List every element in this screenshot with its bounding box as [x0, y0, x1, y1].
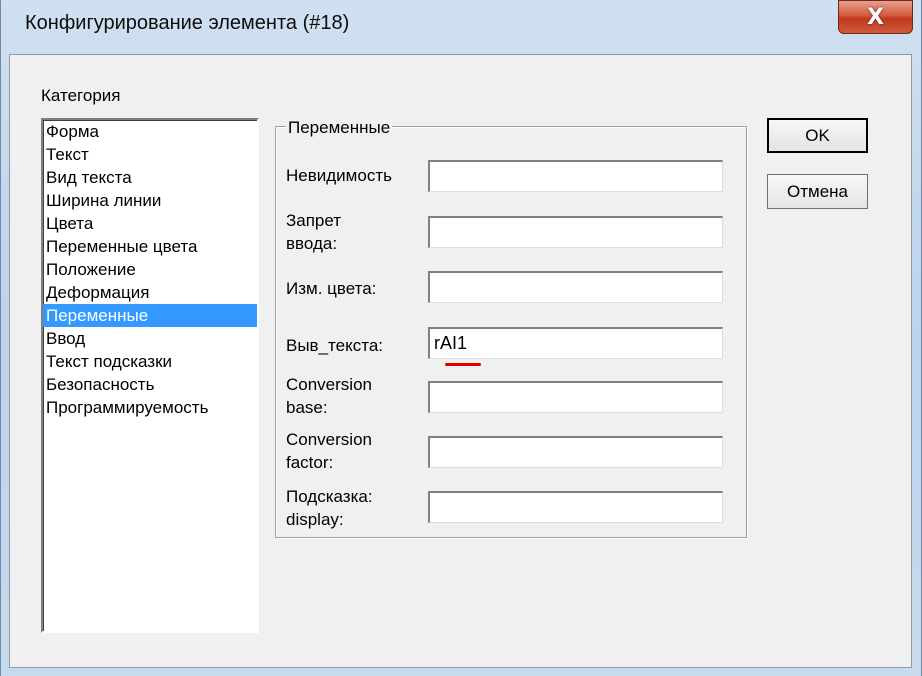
category-item-peremennye-tsveta[interactable]: Переменные цвета [43, 235, 257, 258]
category-item-peremennye[interactable]: Переменные [43, 304, 257, 327]
input-lock-label: Запрет ввода: [286, 211, 342, 253]
window-title: Конфигурирование элемента (#18) [25, 12, 350, 34]
color-change-input[interactable] [428, 271, 723, 303]
close-icon: X [867, 4, 884, 30]
dialog-body: Категория Форма Текст Вид текста Ширина … [9, 54, 912, 668]
category-item-tekst[interactable]: Текст [43, 143, 257, 166]
conversion-factor-input[interactable] [428, 436, 723, 468]
category-item-tsveta[interactable]: Цвета [43, 212, 257, 235]
category-item-deformatsiya[interactable]: Деформация [43, 281, 257, 304]
tooltip-display-input[interactable] [428, 491, 723, 523]
conversion-factor-label: Conversion factor: [286, 430, 372, 472]
category-item-bezopasnost[interactable]: Безопасность [43, 373, 257, 396]
invisibility-label: Невидимость [286, 166, 392, 185]
category-item-forma[interactable]: Форма [43, 120, 257, 143]
input-lock-input[interactable] [428, 216, 723, 248]
close-button[interactable]: X [838, 0, 913, 34]
category-label: Категория [41, 86, 121, 105]
spellcheck-underline [445, 363, 481, 366]
text-output-label: Выв_текста: [286, 336, 383, 355]
category-item-shirina-linii[interactable]: Ширина линии [43, 189, 257, 212]
invisibility-input[interactable] [428, 160, 723, 192]
category-list[interactable]: Форма Текст Вид текста Ширина линии Цвет… [41, 118, 259, 633]
conversion-base-input[interactable] [428, 381, 723, 413]
conversion-base-label: Conversion base: [286, 375, 372, 417]
title-bar[interactable]: Конфигурирование элемента (#18) X [1, 0, 922, 54]
text-output-input[interactable] [428, 327, 723, 359]
category-item-programmiruemost[interactable]: Программируемость [43, 396, 257, 419]
ok-button[interactable]: OK [767, 118, 868, 153]
category-item-vvod[interactable]: Ввод [43, 327, 257, 350]
cancel-button[interactable]: Отмена [767, 174, 868, 209]
color-change-label: Изм. цвета: [286, 279, 377, 298]
dialog-window: Конфигурирование элемента (#18) X Катего… [0, 0, 922, 676]
tooltip-display-label: Подсказка: display: [286, 487, 373, 529]
category-item-vid-teksta[interactable]: Вид текста [43, 166, 257, 189]
variables-group-title: Переменные [286, 118, 393, 138]
category-item-tekst-podskazki[interactable]: Текст подсказки [43, 350, 257, 373]
category-item-polozhenie[interactable]: Положение [43, 258, 257, 281]
